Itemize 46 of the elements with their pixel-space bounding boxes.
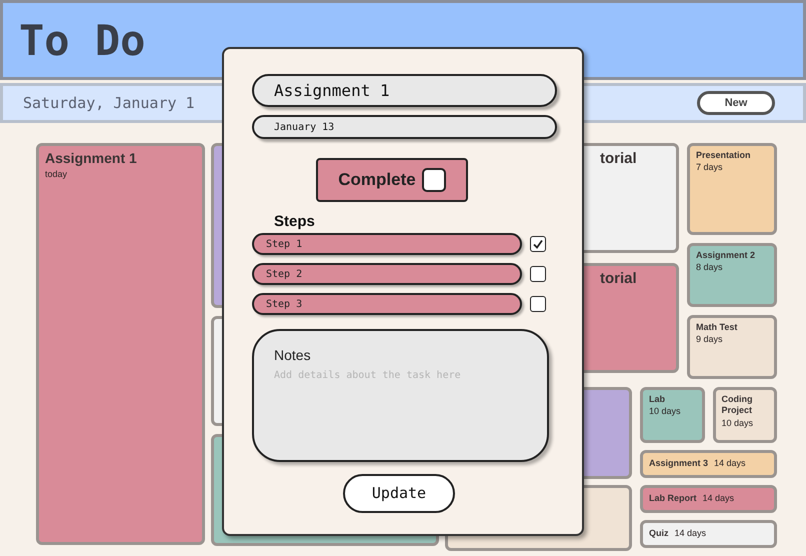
date-label: Saturday, January 1: [23, 92, 195, 114]
title-field[interactable]: Assignment 1: [252, 74, 557, 107]
checkbox[interactable]: [422, 168, 446, 192]
task-card[interactable]: Presentation 7 days: [687, 143, 777, 235]
task-title: Quiz: [649, 528, 668, 540]
task-due: 10 days: [649, 405, 682, 418]
task-title: torial: [600, 270, 638, 289]
date-field[interactable]: January 13: [252, 115, 557, 139]
task-title: Math Test: [696, 322, 738, 334]
checkbox[interactable]: [530, 296, 546, 312]
task-card[interactable]: Lab 10 days: [640, 387, 704, 443]
task-due: 14 days: [702, 492, 734, 506]
task-card[interactable]: Assignment 2 8 days: [687, 243, 777, 307]
task-title: Presentation: [696, 150, 752, 162]
steps-heading: Steps: [274, 214, 316, 229]
task-title: Assignment 3: [649, 458, 708, 470]
task-title: Coding Project: [722, 394, 754, 416]
task-due: 14 days: [714, 457, 746, 470]
task-due: 7 days: [696, 161, 724, 174]
app-title: To Do: [19, 14, 146, 66]
task-title: Lab: [649, 394, 666, 406]
task-card[interactable]: Lab Report 14 days: [640, 485, 777, 513]
update-button[interactable]: Update: [343, 474, 455, 513]
task-title: Lab Report: [649, 493, 697, 505]
step-field[interactable]: Step 2: [252, 263, 522, 285]
task-card[interactable]: Math Test 9 days: [687, 315, 777, 379]
task-card[interactable]: Quiz 14 days: [640, 520, 777, 548]
task-due: 14 days: [674, 527, 706, 540]
step-field[interactable]: Step 3: [252, 293, 522, 315]
checkbox[interactable]: [530, 266, 546, 282]
new-button[interactable]: New: [697, 91, 775, 115]
task-due: 8 days: [696, 261, 724, 274]
task-card[interactable]: Assignment 1 today: [36, 143, 205, 545]
task-due: 9 days: [696, 333, 724, 346]
complete-button[interactable]: Complete: [316, 158, 468, 202]
task-title: Assignment 1: [45, 150, 138, 168]
task-title: Assignment 2: [696, 250, 756, 262]
checkbox[interactable]: [530, 236, 546, 252]
task-title: torial: [600, 150, 638, 169]
task-due: 10 days: [722, 416, 754, 430]
check-icon: [532, 238, 544, 250]
step-field[interactable]: Step 1: [252, 233, 522, 255]
task-due: today: [45, 168, 68, 181]
task-card[interactable]: Assignment 3 14 days: [640, 450, 777, 478]
notes-label: Notes: [274, 346, 312, 365]
task-card[interactable]: Coding Project 10 days: [712, 387, 777, 443]
